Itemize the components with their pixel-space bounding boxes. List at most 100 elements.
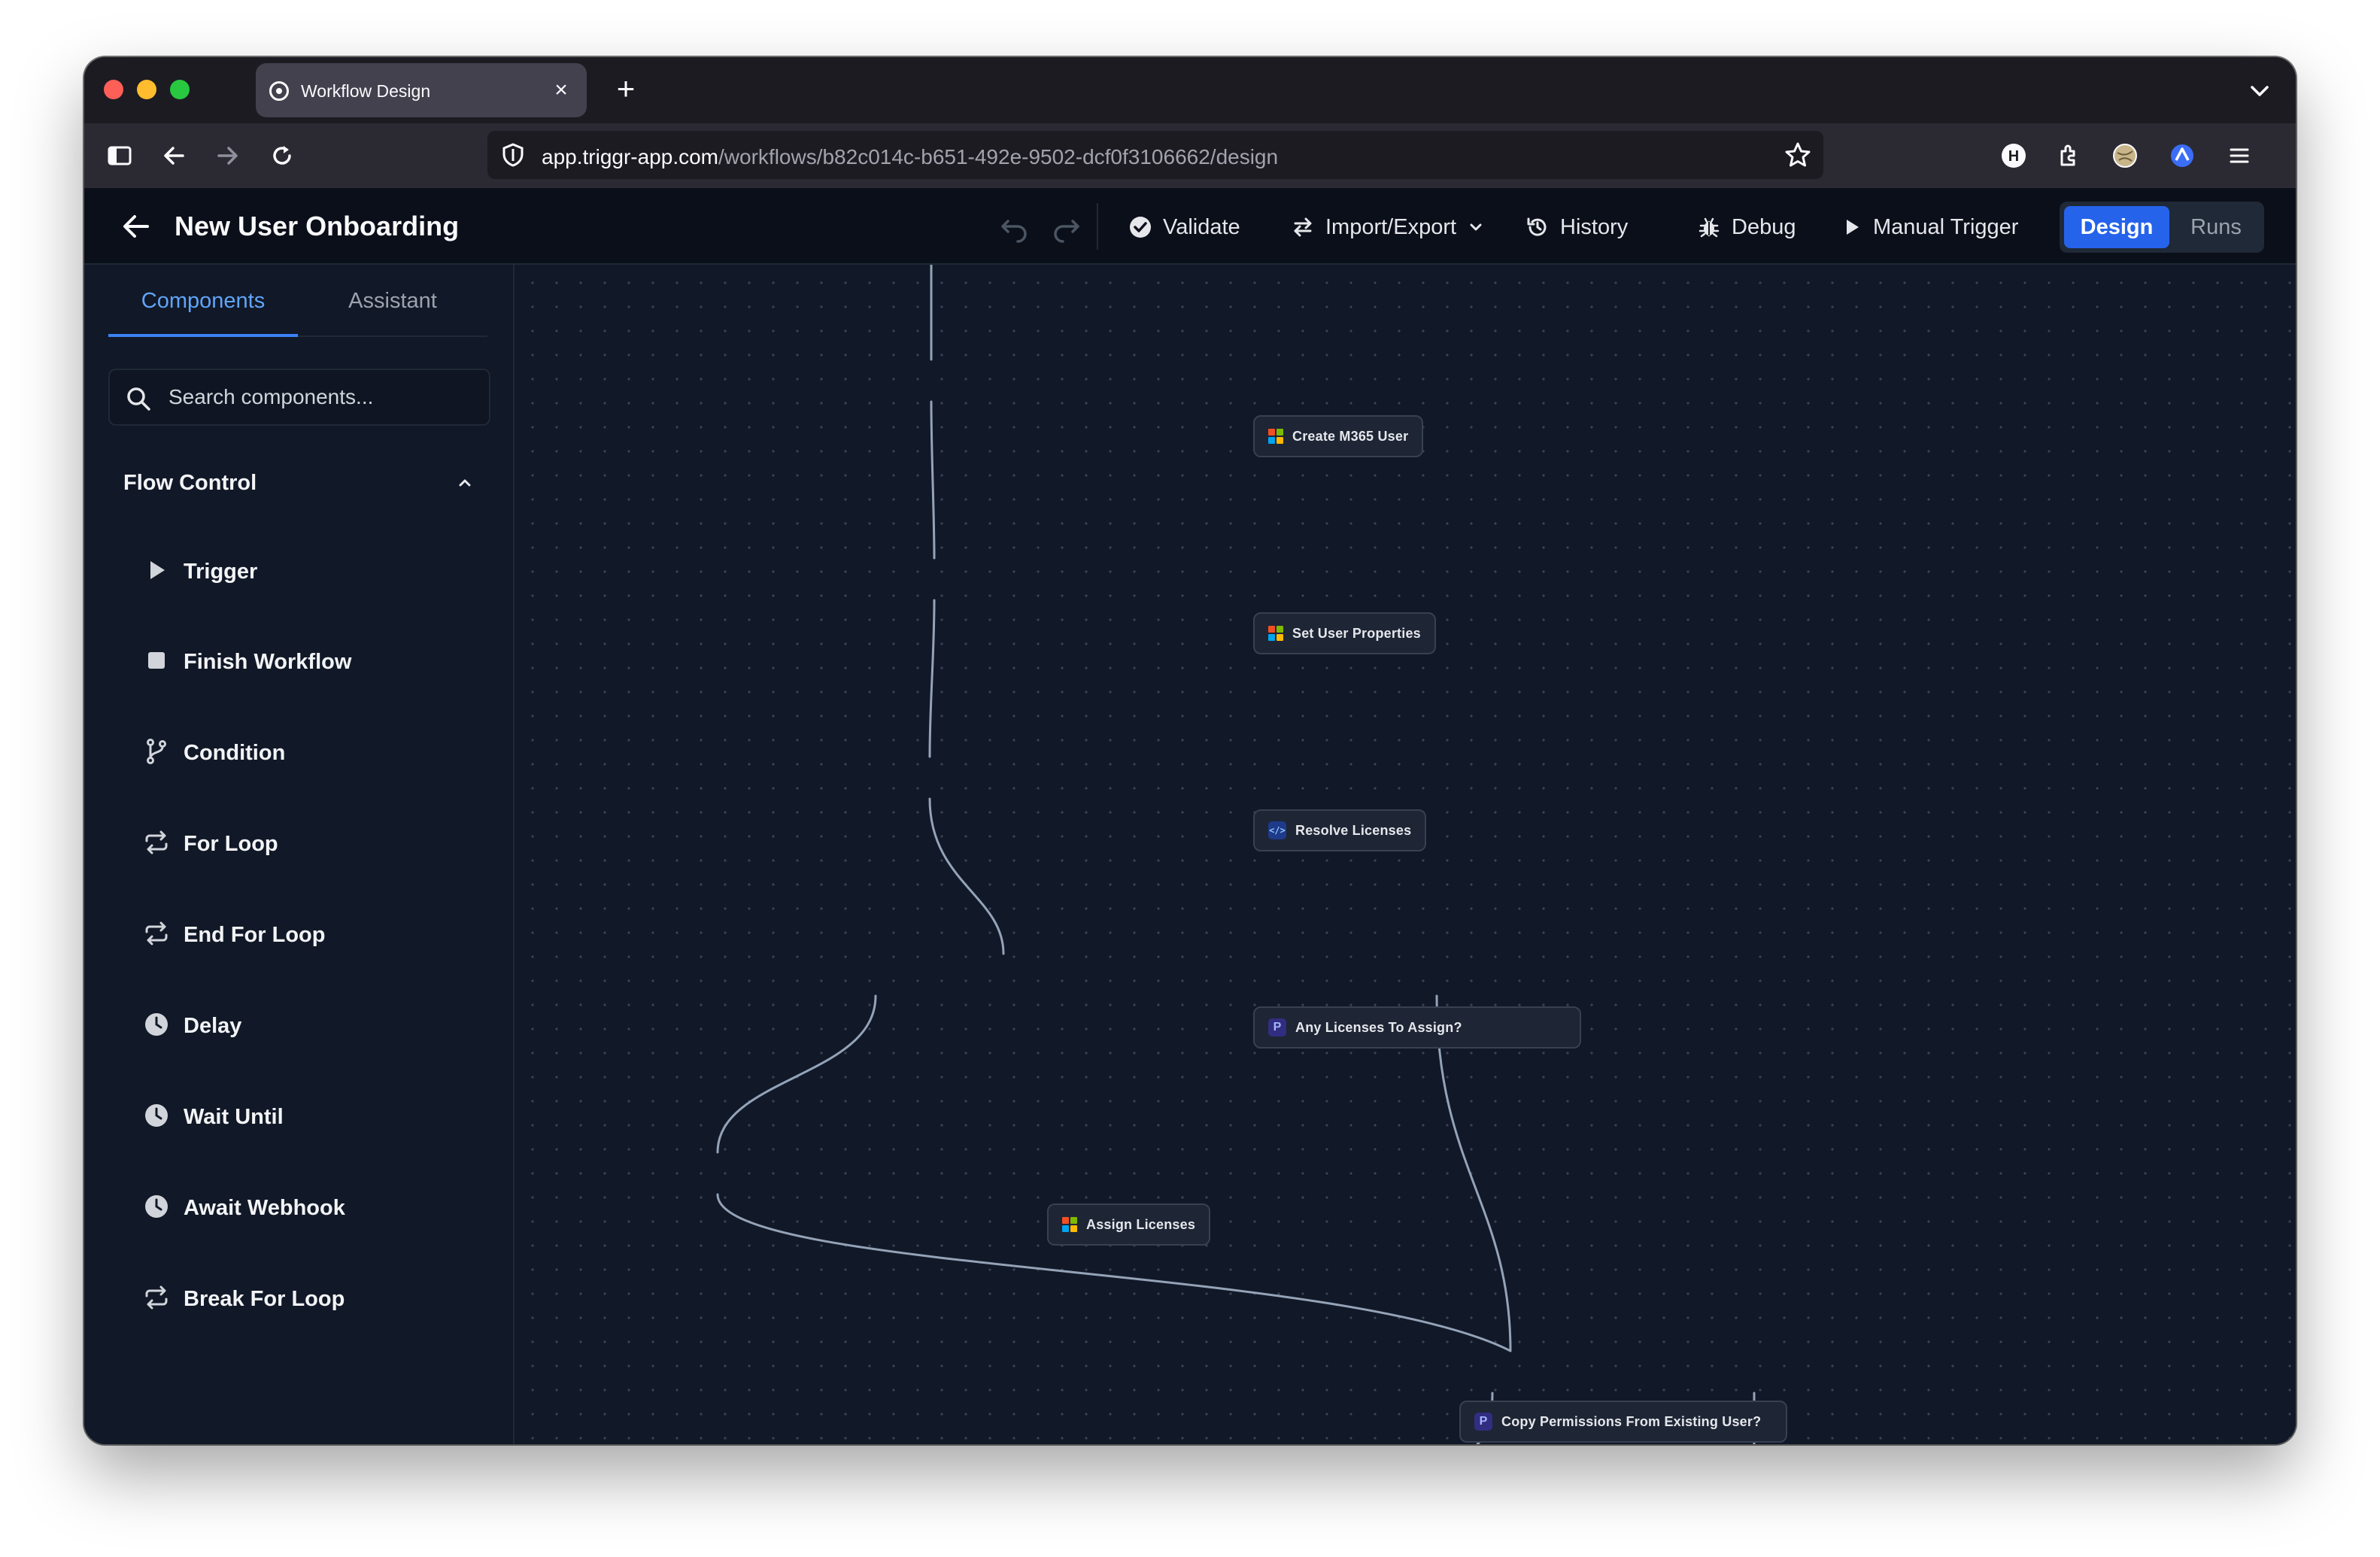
stop-icon <box>148 652 165 669</box>
arrows-swap-icon <box>1294 217 1312 237</box>
search-icon <box>127 387 150 411</box>
sidebar-toggle-icon[interactable] <box>99 135 140 176</box>
url-text[interactable]: app.triggr-app.com/workflows/b82c014c-b6… <box>542 145 1278 169</box>
tab-title: Workflow Design <box>301 81 431 101</box>
tab-assistant[interactable]: Assistant <box>298 289 487 337</box>
node-label: Create M365 User <box>1292 428 1409 444</box>
new-tab-button[interactable]: + <box>605 69 647 111</box>
manual-trigger-button[interactable]: Manual Trigger <box>1841 208 2018 247</box>
component-condition[interactable]: Condition <box>126 723 487 783</box>
redo-icon[interactable] <box>1050 211 1083 244</box>
component-label: Finish Workflow <box>184 650 352 674</box>
browser-tab-active[interactable]: Workflow Design × <box>256 63 587 117</box>
component-finish-workflow[interactable]: Finish Workflow <box>126 632 487 692</box>
bug-icon <box>1698 217 1720 238</box>
component-break-for-loop[interactable]: Break For Loop <box>126 1269 487 1329</box>
component-label: Condition <box>184 741 286 765</box>
close-window-button[interactable] <box>104 80 123 99</box>
minimize-window-button[interactable] <box>137 80 156 99</box>
app-menu-icon[interactable] <box>2219 135 2260 176</box>
undo-icon[interactable] <box>997 211 1031 244</box>
node-copy-permissions[interactable]: P Copy Permissions From Existing User? <box>1459 1401 1787 1443</box>
import-export-label: Import/Export <box>1325 214 1457 239</box>
edge-condition-false <box>1435 994 1512 1352</box>
list-tabs-chevron-icon[interactable] <box>2239 69 2281 111</box>
url-host: app.triggr-app.com <box>542 145 719 168</box>
workflow-canvas[interactable]: Create M365 User Set User Properties </>… <box>515 265 2296 1444</box>
profile-avatar-icon[interactable]: H <box>1993 135 2034 176</box>
node-label: Any Licenses To Assign? <box>1295 1019 1462 1035</box>
clock-icon <box>145 1104 168 1127</box>
component-for-loop[interactable]: For Loop <box>126 814 487 874</box>
code-icon: </> <box>1268 821 1286 839</box>
workflow-header: New User Onboarding Validate Import/Expo… <box>84 188 2296 265</box>
node-set-user-properties[interactable]: Set User Properties <box>1253 612 1436 654</box>
clock-icon <box>145 1013 168 1036</box>
search-box <box>108 369 490 426</box>
component-label: For Loop <box>184 832 278 856</box>
component-await-webhook[interactable]: Await Webhook <box>126 1178 487 1238</box>
history-icon <box>1527 217 1547 236</box>
microsoft-icon <box>1268 429 1283 444</box>
zoom-window-button[interactable] <box>170 80 190 99</box>
node-create-m365-user[interactable]: Create M365 User <box>1253 415 1424 457</box>
condition-icon: P <box>1474 1413 1492 1431</box>
workflow-title[interactable]: New User Onboarding <box>175 211 459 242</box>
node-label: Copy Permissions From Existing User? <box>1501 1413 1762 1429</box>
bookmark-star-icon[interactable] <box>1783 140 1813 170</box>
play-icon <box>150 561 165 579</box>
browser-tab-strip: Workflow Design × + <box>84 57 2296 123</box>
component-label: End For Loop <box>184 923 326 947</box>
forward-icon[interactable] <box>208 135 248 176</box>
condition-icon: P <box>1268 1018 1286 1036</box>
address-bar[interactable]: app.triggr-app.com/workflows/b82c014c-b6… <box>487 131 1823 179</box>
flow-control-section-header[interactable]: Flow Control <box>108 454 490 511</box>
browser-nav-bar: app.triggr-app.com/workflows/b82c014c-b6… <box>84 123 2296 188</box>
section-title: Flow Control <box>123 471 257 495</box>
chevron-down-icon <box>1470 223 1482 231</box>
reload-icon[interactable] <box>262 135 302 176</box>
edge-create-to-set <box>930 400 936 560</box>
manual-trigger-label: Manual Trigger <box>1873 214 2019 239</box>
component-label: Trigger <box>184 560 258 584</box>
edge-resolve-to-condition <box>928 797 1005 955</box>
extension-globe-icon[interactable] <box>2105 135 2145 176</box>
tab-close-icon[interactable]: × <box>546 75 576 105</box>
component-end-for-loop[interactable]: End For Loop <box>126 905 487 965</box>
extension-browser-icon[interactable] <box>2162 135 2202 176</box>
arrow-left-icon[interactable] <box>117 208 155 245</box>
runs-tab[interactable]: Runs <box>2172 206 2260 248</box>
design-tab[interactable]: Design <box>2064 206 2169 248</box>
clock-icon <box>145 1195 168 1218</box>
back-icon[interactable] <box>153 135 194 176</box>
browser-window: Workflow Design × + app.triggr-app.com/w… <box>84 57 2296 1444</box>
import-export-button[interactable]: Import/Export <box>1291 208 1485 247</box>
header-divider <box>1097 203 1098 250</box>
git-branch-icon <box>147 739 166 764</box>
node-label: Set User Properties <box>1292 625 1421 641</box>
validate-button[interactable]: Validate <box>1128 208 1240 247</box>
component-delay[interactable]: Delay <box>126 996 487 1056</box>
microsoft-icon <box>1062 1217 1077 1232</box>
shield-icon[interactable] <box>499 141 527 168</box>
component-label: Await Webhook <box>184 1196 345 1220</box>
history-button[interactable]: History <box>1525 208 1628 247</box>
microsoft-icon <box>1268 626 1283 641</box>
svg-text:H: H <box>2008 148 2019 165</box>
check-circle-icon <box>1130 217 1151 238</box>
component-wait-until[interactable]: Wait Until <box>126 1087 487 1147</box>
search-input[interactable] <box>168 382 477 412</box>
debug-button[interactable]: Debug <box>1697 208 1796 247</box>
component-trigger[interactable]: Trigger <box>126 542 487 602</box>
view-mode-toggle: Design Runs <box>2060 202 2264 253</box>
node-resolve-licenses[interactable]: </> Resolve Licenses <box>1253 809 1427 851</box>
node-any-licenses-to-assign[interactable]: P Any Licenses To Assign? <box>1253 1006 1581 1049</box>
edge-set-to-resolve <box>928 599 936 758</box>
play-icon <box>1847 220 1859 235</box>
node-label: Assign Licenses <box>1086 1216 1196 1232</box>
tab-components[interactable]: Components <box>108 289 298 337</box>
extensions-icon[interactable] <box>2048 135 2088 176</box>
repeat-icon <box>145 921 168 945</box>
node-assign-licenses[interactable]: Assign Licenses <box>1047 1203 1211 1246</box>
component-label: Delay <box>184 1014 242 1038</box>
